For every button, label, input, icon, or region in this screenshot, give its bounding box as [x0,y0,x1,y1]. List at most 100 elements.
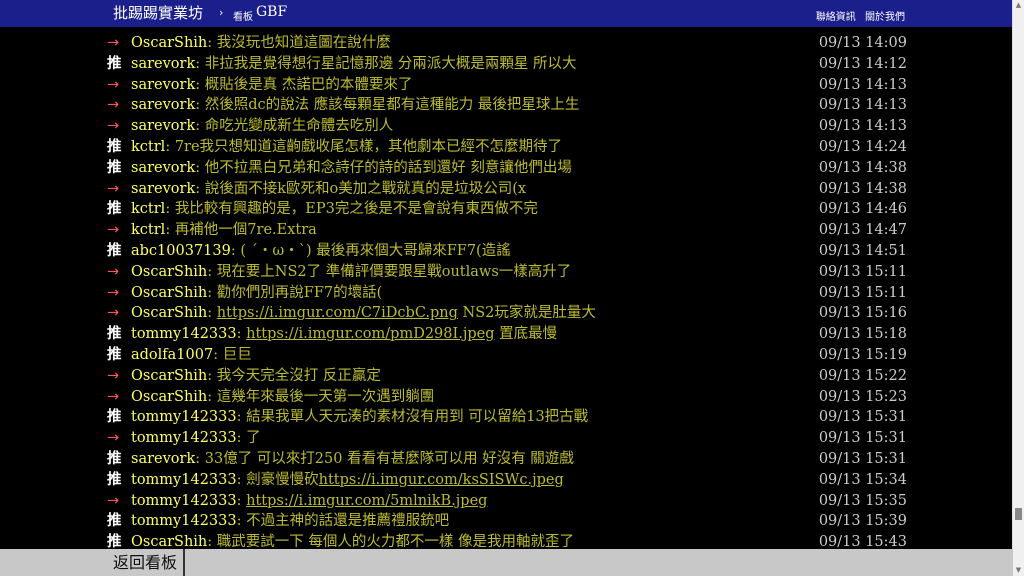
comment-text: 了 [246,430,261,447]
comment-link[interactable]: https://i.imgur.com/pmD298I.jpeg [246,326,494,342]
push-tag: 推 [107,55,122,72]
comment-row: → tommy142333: https://i.imgur.com/5mlnik… [107,491,907,512]
header-links: 聯絡資訊 關於我們 [810,8,905,23]
comment-text: 非拉我是覺得想行星記憶那邊 分兩派大概是兩顆星 所以大 [204,55,577,72]
comment-time: 09/13 14:13 [818,97,907,114]
comment-time: 09/13 15:34 [818,471,907,488]
push-tag: 推 [107,471,122,488]
comment-text: 我比較有興趣的是，EP3完之後是不是會說有東西做不完 [174,201,538,218]
comment-text: 7re我只想知道這齣戲收尾怎樣，其他劇本已經不怎麼期待了 [174,139,563,155]
comment-time: 09/13 15:11 [818,284,907,301]
comment-user: tommy142333 [131,471,237,488]
comment-text: 置底最慢 [494,326,558,343]
comment-text: 33億了 可以來打250 看看有甚麼隊可以用 好沒有 關遊戲 [204,451,574,467]
comment-time: 09/13 15:31 [818,451,907,467]
comment-time: 09/13 15:35 [818,492,907,509]
comment-time: 09/13 15:16 [818,305,907,322]
comment-text: 結果我單人天元湊的素材沒有用到 可以留給13把古戰 [246,409,589,426]
push-tag: 推 [107,201,122,218]
comment-time: 09/13 14:51 [818,243,907,259]
comment-row: 推 tommy142333: 不過主神的話還是推薦禮服銃吧 09/13 15:39 [107,511,907,532]
comment-time: 09/13 14:38 [818,180,907,197]
comment-time: 09/13 14:12 [818,55,907,72]
comment-time: 09/13 14:47 [818,222,907,239]
site-title-link[interactable]: 批踢踢實業坊 [113,3,203,23]
comment-text: 這幾年來最後一天第一次遇到躺團 [216,388,435,405]
comment-user: sarevork [131,118,196,135]
arrow-tag: → [107,263,120,280]
arrow-tag: → [107,222,120,239]
comment-time: 09/13 14:38 [818,159,907,176]
comment-user: tommy142333 [131,513,237,530]
comment-row: → sarevork: 概貼後是真 杰諾巴的本體要來了 09/13 14:13 [107,75,907,96]
comment-text: 再補他一個7re.Extra [174,222,317,239]
top-navbar: 批踢踢實業坊 › 看板 GBF 聯絡資訊 關於我們 [0,0,1013,27]
arrow-tag: → [107,35,120,51]
about-link[interactable]: 關於我們 [865,12,905,23]
comment-user: sarevork [131,180,196,197]
comment-text: 巨巨 [222,347,252,363]
comment-user: tommy142333 [131,492,237,509]
comment-user: OscarShih [131,367,208,384]
scroll-up-arrow-icon[interactable]: ▲ [1013,0,1024,11]
comment-user: OscarShih [131,263,208,280]
comment-text: 他不拉黑白兄弟和念詩仔的詩的話到還好 刻意讓他們出場 [204,159,572,176]
comment-user: OscarShih [131,388,208,405]
comment-text: 勸你們別再說FF7的壞話( [216,284,383,301]
contact-link[interactable]: 聯絡資訊 [816,12,856,23]
comment-row: → OscarShih: https://i.imgur.com/C7iDcbC.… [107,303,907,324]
arrow-tag: → [107,180,120,197]
comment-time: 09/13 15:31 [818,430,907,447]
comment-link[interactable]: https://i.imgur.com/ksSISWc.jpeg [319,472,564,488]
comment-row: 推 tommy142333: 劍豪慢慢砍https://i.imgur.com/k… [107,470,907,491]
scroll-thumb[interactable] [1015,508,1022,520]
comment-text: NS2玩家就是肚量大 [457,305,596,322]
board-name-link[interactable]: GBF [256,4,287,20]
comment-text: 不過主神的話還是推薦禮服銃吧 [246,513,450,530]
push-tag: 推 [107,139,122,155]
comment-time: 09/13 15:23 [818,388,907,405]
comment-time: 09/13 14:13 [818,76,907,93]
comment-row: 推 OscarShih: 職武要試一下 每個人的火力都不一樣 像是我用軸就歪了 09… [107,532,907,549]
push-tag: 推 [107,347,122,363]
comment-row: → OscarShih: 現在要上NS2了 準備評價要跟星戰outlaws一樣高升… [107,262,907,283]
comment-user: adolfa1007 [131,347,214,363]
comment-row: → OscarShih: 我今天完全沒打 反正贏定 09/13 15:22 [107,366,907,387]
comment-row: 推 kctrl: 我比較有興趣的是，EP3完之後是不是會說有東西做不完 09/13 … [107,199,907,220]
comment-time: 09/13 14:13 [818,118,907,135]
comment-link[interactable]: https://i.imgur.com/5mlnikB.jpeg [246,493,487,509]
comment-row: 推 sarevork: 非拉我是覺得想行星記憶那邊 分兩派大概是兩顆星 所以大 09… [107,54,907,75]
arrow-tag: → [107,492,120,509]
comment-user: OscarShih [131,284,208,301]
scroll-down-arrow-icon[interactable]: ▼ [1013,565,1024,576]
comment-user: kctrl [131,222,166,239]
comment-row: → sarevork: 然後照dc的說法 應該每顆星都有這種能力 最後把星球上生 0… [107,95,907,116]
push-tag: 推 [107,513,122,530]
board-label: 看板 [233,12,253,23]
comment-user: sarevork [131,76,196,93]
comment-row: → kctrl: 再補他一個7re.Extra 09/13 14:47 [107,220,907,241]
arrow-tag: → [107,430,120,447]
comment-row: 推 abc10037139: ( ´・ω・`) 最後再來個大哥歸來FF7(造謠 09… [107,241,907,262]
arrow-tag: → [107,76,120,93]
comment-link[interactable]: https://i.imgur.com/C7iDcbC.png [217,305,458,321]
comment-time: 09/13 15:18 [818,326,907,343]
comment-user: tommy142333 [131,409,237,426]
breadcrumb-separator: › [219,6,224,19]
comment-text: ( ´・ω・`) 最後再來個大哥歸來FF7(造謠 [240,243,511,259]
comment-text: 我沒玩也知道這圖在說什麼 [216,35,391,51]
back-to-board-button[interactable]: 返回看板 [107,549,185,576]
push-tag: 推 [107,159,122,176]
arrow-tag: → [107,367,120,384]
comment-text: 說後面不接k歐死和o美加之戰就真的是垃圾公司(x [204,180,527,197]
comment-time: 09/13 15:43 [818,534,907,549]
push-tag: 推 [107,326,122,343]
comment-list: → OscarShih: 我沒玩也知道這圖在說什麼 09/13 14:09 推 sare… [0,33,1013,549]
arrow-tag: → [107,305,120,322]
comment-row: → OscarShih: 這幾年來最後一天第一次遇到躺團 09/13 15:23 [107,387,907,408]
arrow-tag: → [107,118,120,135]
comment-row: → sarevork: 說後面不接k歐死和o美加之戰就真的是垃圾公司(x 09/13… [107,179,907,200]
comment-row: 推 tommy142333: https://i.imgur.com/pmD298… [107,324,907,345]
comment-user: OscarShih [131,305,208,322]
page-scrollbar[interactable]: ▲ ▼ [1012,0,1024,576]
